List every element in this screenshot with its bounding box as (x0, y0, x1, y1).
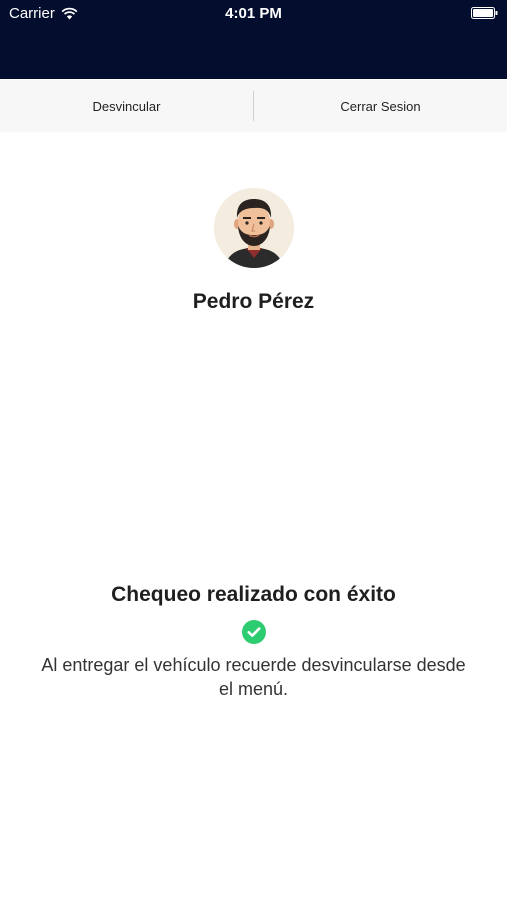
logout-button[interactable]: Cerrar Sesion (254, 99, 507, 114)
status-bar: Carrier 4:01 PM (0, 0, 507, 79)
check-circle-icon (242, 620, 266, 644)
avatar-icon (214, 188, 294, 268)
battery-icon (471, 7, 498, 19)
segment-bar: Desvincular Cerrar Sesion (0, 80, 507, 132)
unlink-button[interactable]: Desvincular (0, 99, 253, 114)
user-name: Pedro Pérez (192, 290, 315, 313)
status-title: Chequeo realizado con éxito (111, 583, 396, 606)
avatar (214, 188, 294, 268)
clock: 4:01 PM (225, 5, 282, 22)
status-message: Al entregar el vehículo recuerde desvinc… (41, 655, 466, 699)
